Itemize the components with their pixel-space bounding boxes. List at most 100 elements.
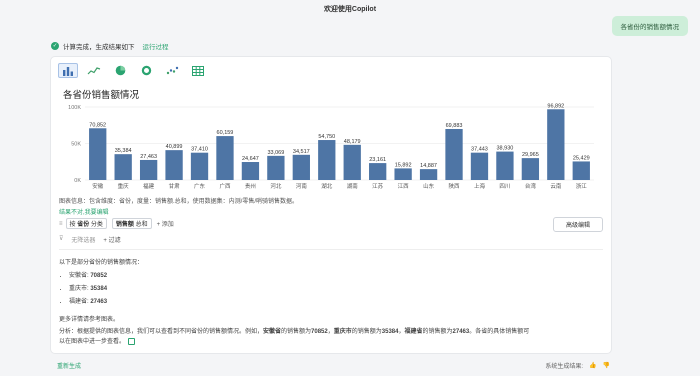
edit-result-link[interactable]: 结果不对,我要编辑	[59, 207, 109, 216]
bar	[547, 109, 565, 180]
measure-pill[interactable]: 销售额 总和	[111, 218, 152, 229]
bar	[292, 154, 310, 180]
data-label: 60,159	[217, 130, 234, 136]
bar-chart-icon	[63, 66, 73, 76]
analysis-part: 以在图表中进一步查看。	[59, 339, 126, 345]
data-label: 70,852	[89, 122, 106, 128]
data-label: 69,883	[446, 123, 463, 129]
run-process-link[interactable]: 运行过程	[143, 41, 169, 51]
x-tick-label: 上海	[474, 182, 486, 190]
add-button[interactable]: + 添加	[157, 219, 174, 228]
thumbs-down-icon[interactable]: 👎	[603, 362, 610, 369]
x-tick-label: 江西	[398, 183, 410, 190]
dimension-pill[interactable]: 按 省份 分类	[65, 218, 107, 229]
thumbs-up-icon[interactable]: 👍	[589, 362, 596, 369]
analysis-value: 70852	[311, 329, 328, 335]
line-chart-button[interactable]	[84, 63, 104, 78]
list-item-value: 27463	[90, 299, 108, 305]
bar	[470, 152, 489, 180]
list-item-value: 35384	[90, 286, 108, 292]
bar-chart-button[interactable]	[58, 63, 78, 78]
divider	[59, 249, 603, 250]
bar	[89, 128, 107, 180]
x-tick-label: 河北	[270, 182, 282, 190]
filter-icon: ⊽	[59, 236, 64, 242]
bar	[267, 155, 285, 180]
pill-field: 省份	[77, 222, 90, 228]
chart-type-toolbar	[58, 63, 208, 78]
pill-suffix: 总和	[135, 222, 148, 228]
data-label: 38,930	[497, 146, 514, 152]
analysis-part: 的销售额为	[422, 329, 453, 335]
regenerate-button[interactable]: 重新生成	[57, 361, 81, 370]
data-label: 14,887	[420, 163, 437, 169]
data-label: 37,410	[191, 147, 208, 153]
data-label: 40,899	[166, 144, 183, 150]
check-circle-icon: ✓	[51, 42, 59, 50]
data-label: 34,517	[293, 149, 310, 155]
x-tick-label: 贵州	[245, 182, 256, 190]
list-item-label: 重庆市:	[69, 286, 89, 292]
bar	[216, 136, 234, 180]
pill-prefix: 按	[69, 222, 76, 228]
summary-more: 更多详情请参考图表。	[59, 317, 120, 323]
bar	[241, 162, 260, 180]
donut-chart-button[interactable]	[136, 63, 156, 78]
x-tick-label: 甘肃	[169, 182, 181, 190]
add-filter-button[interactable]: + 过滤	[103, 235, 120, 244]
dimension-icon: ≡	[59, 220, 63, 227]
x-tick-label: 四川	[499, 183, 510, 190]
data-label: 48,179	[344, 139, 361, 145]
donut-chart-icon	[141, 65, 151, 76]
analysis-part: 的销售额为	[281, 329, 312, 335]
analysis-province: 重庆市	[333, 329, 352, 335]
data-label: 24,647	[242, 156, 259, 162]
analysis-text: 分析：根据提供的图表信息，我们可以查看到不同省份的销售额情况。例如，安徽省的销售…	[59, 327, 604, 347]
copy-icon[interactable]	[128, 337, 136, 345]
bar	[419, 169, 438, 180]
pill-field: 销售额	[115, 222, 134, 228]
user-message-bubble: 各省份的销售额情况	[611, 16, 688, 36]
list-item: 重庆市: 35384	[69, 283, 107, 296]
bar	[318, 140, 336, 180]
x-tick-label: 安徽	[92, 182, 104, 190]
data-label: 35,384	[115, 148, 132, 154]
bar	[394, 168, 412, 180]
data-label: 37,443	[471, 147, 488, 153]
y-tick-label: 50K	[71, 142, 81, 148]
analysis-part: 。各省的具体销售额可	[469, 329, 530, 335]
status-line: ✓ 计算完成，生成结果如下 运行过程	[51, 41, 169, 51]
data-label: 23,161	[369, 157, 386, 163]
data-label: 54,750	[318, 134, 335, 140]
x-tick-label: 河南	[296, 182, 308, 190]
analysis-part: 的销售额为	[351, 329, 382, 335]
chart-title: 各省份销售额情况	[63, 90, 140, 101]
status-text: 计算完成，生成结果如下	[63, 44, 135, 51]
pie-chart-button[interactable]	[110, 63, 130, 78]
result-card: 各省份销售额情况 100K 50K 0K 70,852 安徽 35,384 重庆 27,463…	[50, 56, 612, 354]
advanced-edit-button[interactable]: 高级编辑	[552, 217, 603, 232]
table-button[interactable]	[188, 63, 208, 78]
x-tick-label: 江苏	[372, 182, 384, 190]
data-label: 33,069	[267, 150, 284, 156]
scatter-chart-icon	[166, 66, 178, 75]
summary-list: 安徽省: 70852 重庆市: 35384 福建省: 27463	[59, 270, 107, 309]
analysis-value: 27463	[452, 329, 470, 335]
bar	[165, 150, 183, 180]
no-filter-text: 无降选器	[71, 238, 96, 244]
bar	[572, 161, 590, 180]
page-title: 欢迎使用Copilot	[323, 6, 377, 13]
filter-row: ⊽ 无降选器 + 过滤	[59, 235, 121, 244]
analysis-province: 安徽省	[263, 329, 282, 335]
list-item-value: 70852	[90, 273, 108, 279]
analysis-value: 35384	[381, 329, 399, 335]
x-tick-label: 陕西	[449, 182, 461, 190]
x-tick-label: 台湾	[525, 182, 537, 190]
scatter-chart-button[interactable]	[162, 63, 182, 78]
x-tick-label: 广东	[194, 182, 206, 190]
data-label: 25,429	[573, 155, 590, 161]
data-label: 15,892	[395, 162, 412, 168]
chart-info-text: 图表信息：包含维度：省份，度量：销售额.总和，使用数据集：内测/零售/哨骑销售数…	[59, 199, 299, 205]
pill-suffix: 分类	[90, 222, 103, 228]
x-tick-label: 湖北	[321, 182, 333, 190]
